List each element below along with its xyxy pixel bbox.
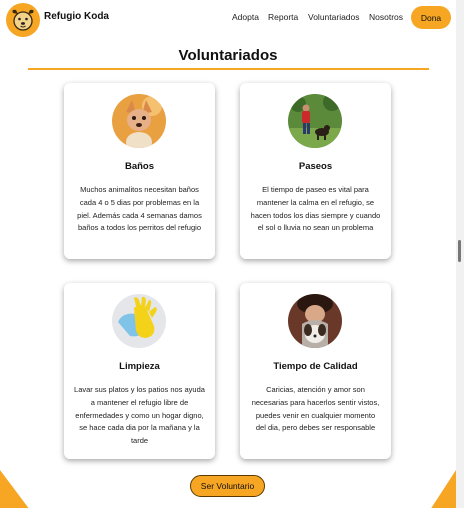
nav-voluntariados[interactable]: Voluntariados [308,12,360,22]
card-title: Limpieza [119,361,160,372]
donate-button[interactable]: Dona [411,6,451,29]
volunteer-card-tiempo-de-calidad: Tiempo de Calidad Caricias, atención y a… [240,283,391,459]
cleaning-glove-photo [112,294,166,348]
scrollbar-thumb[interactable] [458,240,461,262]
decorative-corner-left [0,470,30,508]
card-title: Paseos [298,161,333,172]
volunteer-button[interactable]: Ser Voluntario [190,475,265,497]
scrollbar[interactable] [456,0,464,508]
dog-face-icon [12,9,34,31]
page-title: Voluntariados [178,47,278,64]
logo[interactable] [6,3,40,37]
decorative-corner-right [430,470,456,508]
site-header: Refugio Koda Adopta Reporta Voluntariado… [0,0,464,38]
title-divider [28,68,429,70]
nav-reporta[interactable]: Reporta [268,12,298,22]
dog-walking-photo [288,94,342,148]
nav-adopta[interactable]: Adopta [232,12,259,22]
volunteer-card-paseos: Paseos El tiempo de paseo es vital para … [240,83,391,259]
chihuahua-photo [112,94,166,148]
volunteer-card-banos: Baños Muchos animalitos necesitan baños … [64,83,215,259]
nav-nosotros[interactable]: Nosotros [369,12,403,22]
brand-name[interactable]: Refugio Koda [44,11,109,22]
card-description: El tiempo de paseo es vital para mantene… [250,185,381,233]
card-title: Tiempo de Calidad [273,361,358,372]
card-description: Lavar sus platos y los patios nos ayuda … [74,385,205,446]
card-description: Caricias, atención y amor son necesarias… [251,385,380,433]
card-description: Muchos animalitos necesitan baños cada 4… [77,185,202,233]
card-title: Baños [124,161,155,172]
hugging-dog-photo [288,294,342,348]
volunteer-card-limpieza: Limpieza Lavar sus platos y los patios n… [64,283,215,459]
